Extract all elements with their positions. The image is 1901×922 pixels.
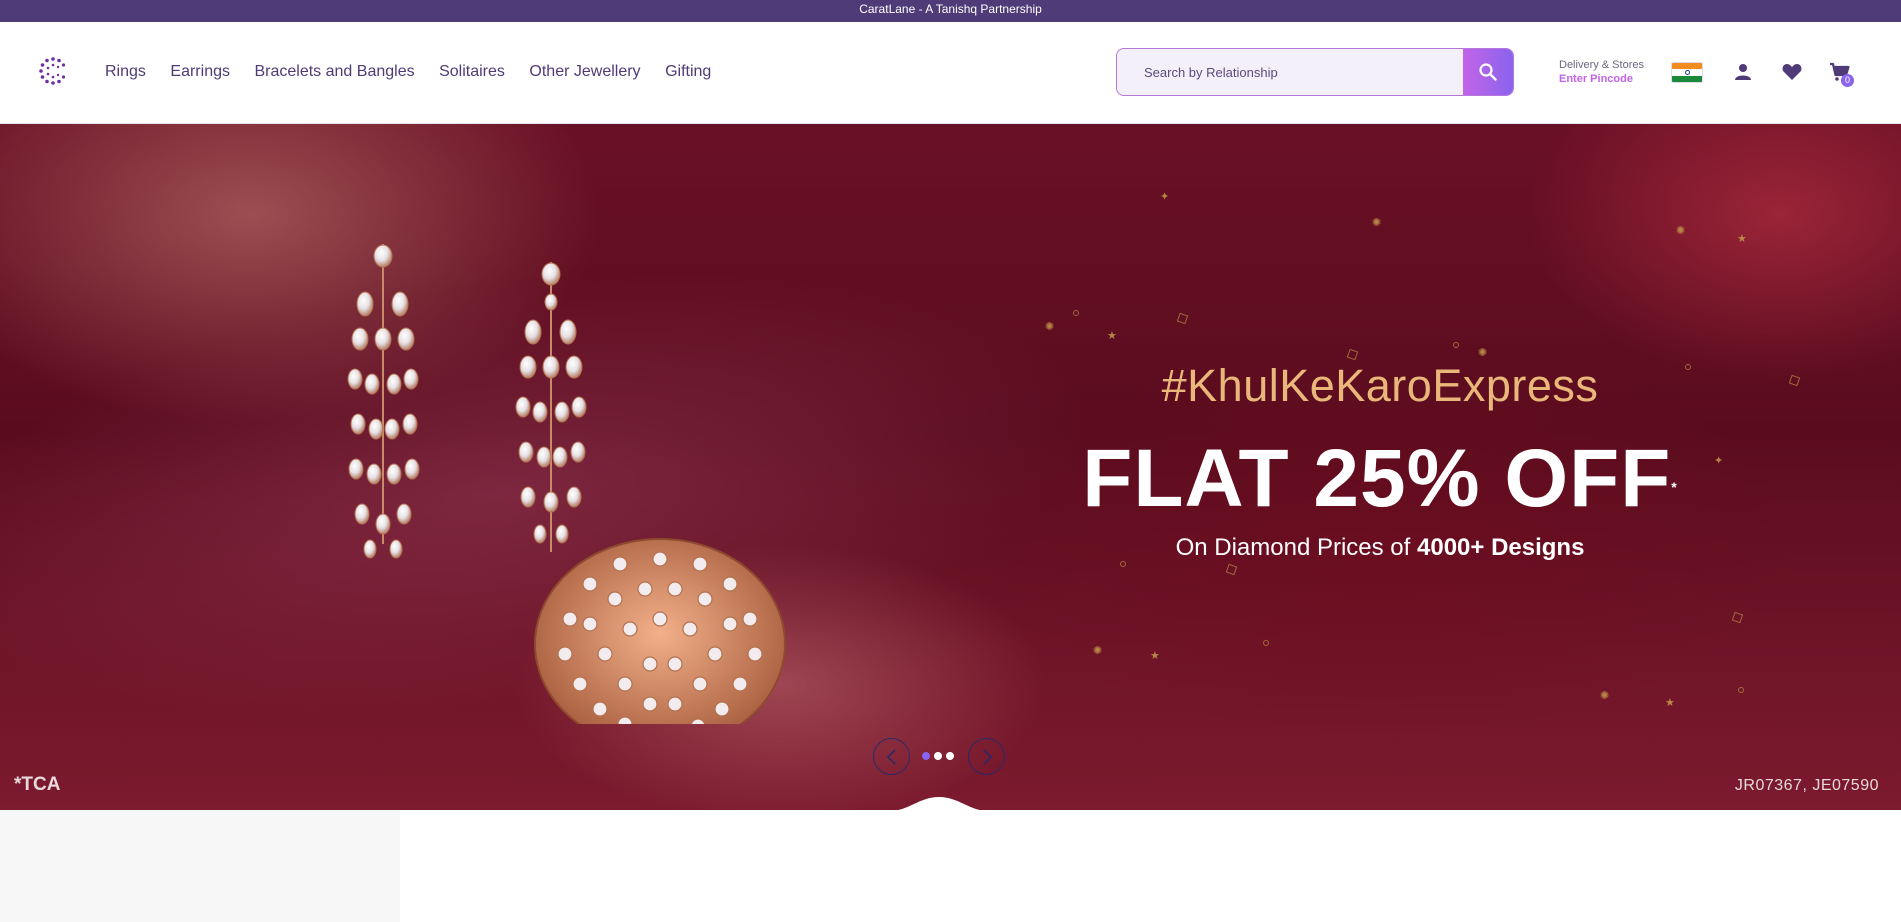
carousel-dot-3[interactable] bbox=[946, 752, 954, 760]
carousel-prev-button[interactable] bbox=[873, 738, 910, 775]
caratlane-logo-icon[interactable] bbox=[38, 56, 68, 86]
sparkle-icon: ★ bbox=[1665, 697, 1675, 709]
carousel-pagination bbox=[922, 752, 954, 760]
carousel-dot-1[interactable] bbox=[922, 752, 930, 760]
hero-banner[interactable]: ✦ ✺ ✺ ★ ✺ ★ ✺ ✺ ★ ✺ ★ ✦ #KhulKeKaroExpre… bbox=[0, 124, 1901, 810]
hero-offer: FLAT 25% OFF* bbox=[1030, 434, 1730, 524]
banner-notch bbox=[889, 797, 989, 811]
hero-subtitle-prefix: On Diamond Prices of bbox=[1175, 534, 1417, 561]
india-flag-icon[interactable] bbox=[1671, 62, 1703, 83]
product-codes: JR07367, JE07590 bbox=[1734, 777, 1879, 794]
diamond-shape-icon bbox=[1225, 563, 1238, 576]
sparkle-icon: ✺ bbox=[1045, 321, 1055, 333]
sparkle-icon: ★ bbox=[1737, 233, 1747, 245]
nav-item-bracelets-and-bangles[interactable]: Bracelets and Bangles bbox=[254, 62, 414, 82]
sparkle-icon: ✺ bbox=[1478, 347, 1488, 359]
content-placeholder bbox=[0, 810, 400, 922]
sparkle-icon: ✦ bbox=[1160, 191, 1170, 203]
sparkle-icon: ✺ bbox=[1676, 225, 1686, 237]
diamond-shape-icon bbox=[1346, 348, 1359, 361]
circle-shape-icon bbox=[1263, 640, 1269, 646]
carousel-next-button[interactable] bbox=[968, 738, 1005, 775]
diamond-shape-icon bbox=[1788, 374, 1801, 387]
search-button[interactable] bbox=[1463, 49, 1513, 95]
nav-item-other-jewellery[interactable]: Other Jewellery bbox=[529, 62, 640, 82]
hero-subtitle: On Diamond Prices of 4000+ Designs bbox=[1030, 534, 1730, 562]
nav-item-earrings[interactable]: Earrings bbox=[170, 62, 230, 82]
chevron-left-icon bbox=[886, 748, 896, 765]
enter-pincode-link[interactable]: Enter Pincode bbox=[1559, 73, 1644, 86]
ring-icon bbox=[534, 538, 786, 724]
sparkle-icon: ✺ bbox=[1093, 645, 1103, 657]
chevron-right-icon bbox=[982, 748, 992, 765]
left-earring-icon bbox=[347, 244, 420, 559]
site-header: Rings Earrings Bracelets and Bangles Sol… bbox=[0, 22, 1901, 124]
heart-icon bbox=[1782, 64, 1802, 80]
sparkle-icon: ★ bbox=[1150, 650, 1160, 662]
search-bar bbox=[1116, 48, 1514, 96]
main-nav: Rings Earrings Bracelets and Bangles Sol… bbox=[105, 62, 736, 82]
delivery-pincode[interactable]: Delivery & Stores Enter Pincode bbox=[1559, 59, 1644, 86]
account-button[interactable] bbox=[1729, 58, 1757, 86]
terms-label: *TCA bbox=[14, 774, 61, 795]
product-image bbox=[347, 244, 786, 724]
nav-item-rings[interactable]: Rings bbox=[105, 62, 146, 82]
hero-subtitle-bold: 4000+ Designs bbox=[1417, 534, 1585, 561]
nav-item-gifting[interactable]: Gifting bbox=[665, 62, 711, 82]
user-icon bbox=[1735, 64, 1751, 80]
carousel-dot-2[interactable] bbox=[934, 752, 942, 760]
search-input[interactable] bbox=[1117, 49, 1465, 95]
diamond-shape-icon bbox=[1731, 611, 1744, 624]
circle-shape-icon bbox=[1453, 342, 1459, 348]
search-icon bbox=[1479, 63, 1497, 81]
circle-shape-icon bbox=[1738, 687, 1744, 693]
hero-hashtag: #KhulKeKaroExpress bbox=[1161, 360, 1599, 411]
right-earring-icon bbox=[515, 262, 587, 552]
cart-button[interactable]: 0 bbox=[1826, 58, 1854, 87]
wishlist-button[interactable] bbox=[1778, 58, 1806, 86]
hero-offer-mark: * bbox=[1671, 479, 1678, 495]
circle-shape-icon bbox=[1073, 310, 1079, 316]
announcement-text: CaratLane - A Tanishq Partnership bbox=[859, 2, 1042, 16]
cart-count-badge: 0 bbox=[1841, 74, 1854, 87]
sparkle-icon: ★ bbox=[1107, 330, 1117, 342]
sparkle-icon: ✺ bbox=[1372, 217, 1382, 229]
diamond-shape-icon bbox=[1176, 312, 1189, 325]
sparkle-icon: ✺ bbox=[1600, 690, 1610, 702]
nav-item-solitaires[interactable]: Solitaires bbox=[439, 62, 505, 82]
delivery-label: Delivery & Stores bbox=[1559, 59, 1644, 71]
hero-offer-text: FLAT 25% OFF bbox=[1082, 433, 1672, 524]
announcement-bar: CaratLane - A Tanishq Partnership bbox=[0, 0, 1901, 22]
